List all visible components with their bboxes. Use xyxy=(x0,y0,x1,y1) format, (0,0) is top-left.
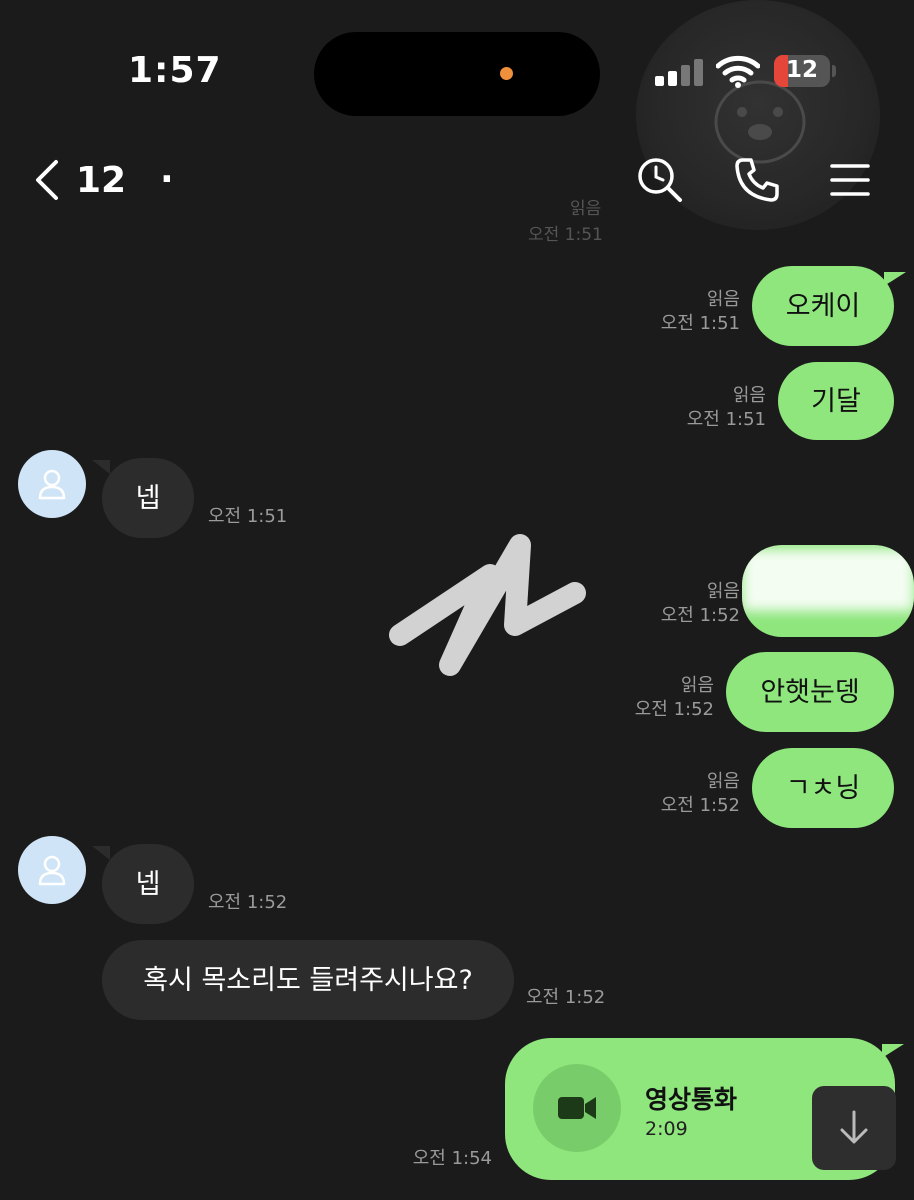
message-time: 오전 1:52 xyxy=(208,892,288,913)
message-bubble-theirs[interactable]: 넵 xyxy=(102,458,194,538)
video-call-icon-circle xyxy=(533,1064,621,1152)
message-text: 기달 xyxy=(811,385,861,417)
redacted-message-bubble[interactable] xyxy=(742,545,914,637)
avatar-person-icon xyxy=(38,855,66,886)
message-text: 오케이 xyxy=(785,290,861,322)
message-meta: 읽음 오전 1:52 xyxy=(614,674,714,722)
redaction-mask xyxy=(742,549,914,611)
message-bubble-mine[interactable]: 오케이 xyxy=(752,266,894,346)
read-receipt: 읽음 xyxy=(680,675,714,696)
read-receipt: 읽음 xyxy=(706,289,740,310)
phone-icon[interactable] xyxy=(733,156,781,204)
scribble-overlay xyxy=(389,534,586,676)
message-bubble-mine[interactable]: ㄱㅊ닝 xyxy=(752,748,894,828)
scroll-to-bottom-button[interactable] xyxy=(812,1086,896,1170)
battery-indicator: 12 xyxy=(774,55,830,87)
bubble-tail xyxy=(92,846,110,860)
back-chevron-icon[interactable] xyxy=(30,158,64,202)
status-time: 1:57 xyxy=(128,50,222,91)
message-time: 오전 1:51 xyxy=(660,313,740,334)
message-time: 오전 1:52 xyxy=(660,795,740,816)
menu-icon[interactable] xyxy=(828,158,876,206)
message-time: 오전 1:52 xyxy=(526,987,606,1008)
video-camera-icon xyxy=(558,1097,596,1119)
message-time: 오전 1:52 xyxy=(660,605,740,626)
chat-title: 12 xyxy=(76,160,127,201)
bubble-tail xyxy=(882,1044,904,1058)
privacy-indicator-dot xyxy=(500,67,513,80)
message-text: 넵 xyxy=(135,482,161,514)
cellular-signal-icon xyxy=(655,58,705,86)
video-call-duration: 2:09 xyxy=(645,1118,688,1140)
bubble-tail xyxy=(92,460,110,474)
message-time: 오전 1:51 xyxy=(686,409,766,430)
message-text: 안햇눈뎅 xyxy=(760,676,860,708)
message-time: 오전 1:52 xyxy=(634,699,714,720)
message-meta: 읽음 오전 1:52 xyxy=(640,770,740,818)
message-bubble-mine[interactable]: 기달 xyxy=(778,362,894,440)
dynamic-island xyxy=(314,32,600,116)
battery-nub xyxy=(832,65,836,77)
avatar[interactable] xyxy=(18,450,86,518)
message-meta: 읽음 오전 1:52 xyxy=(640,580,740,628)
bubble-tail xyxy=(884,272,906,286)
faded-read-label: 읽음 xyxy=(570,199,602,219)
avatar[interactable] xyxy=(18,836,86,904)
video-call-title: 영상통화 xyxy=(645,1085,738,1114)
read-receipt: 읽음 xyxy=(706,581,740,602)
message-text: 넵 xyxy=(135,868,161,900)
arrow-down-icon xyxy=(840,1110,868,1144)
avatar-person-icon xyxy=(38,469,66,500)
message-time: 오전 1:51 xyxy=(208,506,288,527)
message-text: 혹시 목소리도 들려주시나요? xyxy=(143,964,473,996)
message-text: ㄱㅊ닝 xyxy=(785,772,861,804)
chat-title-suffix: . xyxy=(160,150,174,191)
message-bubble-theirs[interactable]: 넵 xyxy=(102,844,194,924)
video-call-time: 오전 1:54 xyxy=(412,1148,492,1169)
wifi-icon xyxy=(716,55,760,88)
read-receipt: 읽음 xyxy=(732,385,766,406)
battery-level: 12 xyxy=(785,57,818,83)
message-meta: 읽음 오전 1:51 xyxy=(640,288,740,336)
message-meta: 읽음 오전 1:51 xyxy=(666,384,766,432)
message-bubble-mine[interactable]: 안햇눈뎅 xyxy=(726,652,894,732)
read-receipt: 읽음 xyxy=(706,771,740,792)
faded-time-label: 오전 1:51 xyxy=(528,225,603,245)
search-icon[interactable] xyxy=(636,156,684,204)
message-bubble-theirs[interactable]: 혹시 목소리도 들려주시나요? xyxy=(102,940,514,1020)
